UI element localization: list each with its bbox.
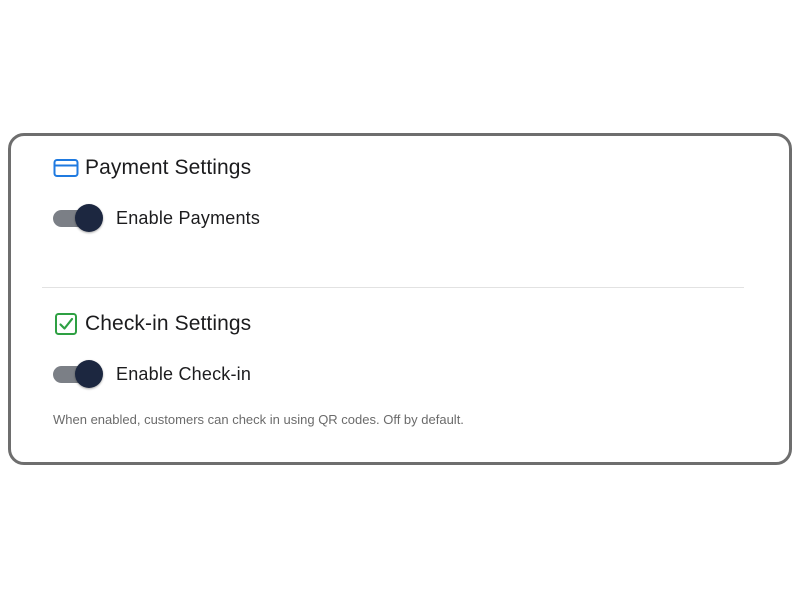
checkbox-checked-icon (53, 311, 79, 337)
enable-checkin-toggle[interactable] (53, 360, 103, 388)
enable-payments-row: Enable Payments (53, 204, 260, 232)
enable-payments-label[interactable]: Enable Payments (116, 208, 260, 229)
checkin-settings-title: Check-in Settings (85, 312, 252, 335)
enable-checkin-label[interactable]: Enable Check-in (116, 364, 251, 385)
checkin-help-text: When enabled, customers can check in usi… (53, 412, 464, 427)
payment-settings-title: Payment Settings (85, 156, 252, 179)
payment-settings-header: Payment Settings (53, 155, 251, 181)
toggle-knob (75, 204, 103, 232)
toggle-knob (75, 360, 103, 388)
settings-card: Payment Settings Enable Payments Check-i… (8, 133, 792, 465)
credit-card-icon (53, 155, 79, 181)
section-divider (42, 287, 744, 288)
enable-payments-toggle[interactable] (53, 204, 103, 232)
checkin-settings-header: Check-in Settings (53, 311, 251, 337)
enable-checkin-row: Enable Check-in (53, 360, 251, 388)
